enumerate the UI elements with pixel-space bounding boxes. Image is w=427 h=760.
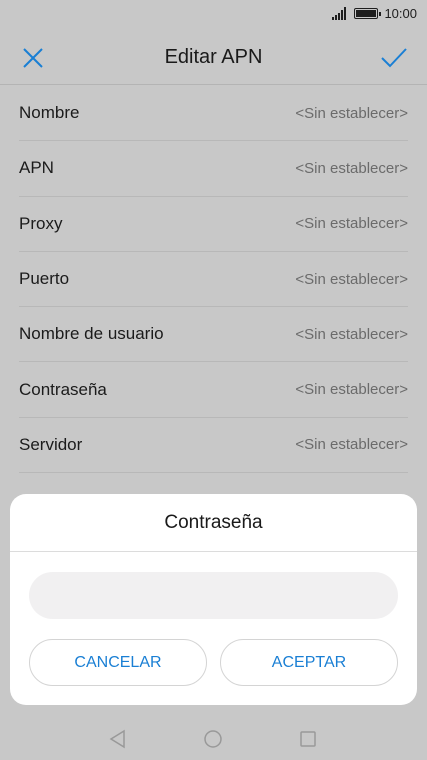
accept-button[interactable]: ACEPTAR [220, 639, 398, 686]
dialog-divider [10, 551, 417, 552]
setting-label: Puerto [19, 269, 70, 289]
setting-row-apn[interactable]: APN <Sin establecer> [19, 141, 408, 197]
navigation-bar [0, 718, 427, 760]
setting-row-port[interactable]: Puerto <Sin establecer> [19, 252, 408, 308]
setting-label: Servidor [19, 434, 83, 454]
setting-label: Nombre de usuario [19, 324, 164, 344]
setting-label: Proxy [19, 213, 63, 233]
setting-row-name[interactable]: Nombre <Sin establecer> [19, 86, 408, 142]
check-icon [381, 48, 407, 68]
back-triangle-icon [109, 729, 125, 749]
recents-square-icon [300, 731, 316, 747]
setting-row-username[interactable]: Nombre de usuario <Sin establecer> [19, 307, 408, 363]
status-icons: 10:00 [332, 6, 417, 21]
apn-settings-list: Nombre <Sin establecer> APN <Sin estable… [0, 86, 427, 474]
setting-value: <Sin establecer> [295, 325, 408, 343]
dialog-title: Contraseña [164, 512, 263, 533]
setting-value: <Sin establecer> [295, 104, 408, 122]
setting-value: <Sin establecer> [295, 159, 408, 177]
status-time: 10:00 [384, 6, 417, 21]
page-title: Editar APN [164, 46, 263, 68]
home-button[interactable] [200, 726, 226, 752]
setting-row-password[interactable]: Contraseña <Sin establecer> [19, 362, 408, 418]
battery-icon [354, 8, 382, 19]
title-bar: Editar APN [0, 30, 427, 85]
setting-value: <Sin establecer> [295, 215, 408, 233]
setting-label: Nombre [19, 103, 80, 123]
setting-row-proxy[interactable]: Proxy <Sin establecer> [19, 197, 408, 252]
setting-row-server[interactable]: Servidor <Sin establecer> [19, 418, 408, 474]
setting-value: <Sin establecer> [295, 381, 408, 399]
cancel-button[interactable]: CANCELAR [29, 639, 207, 686]
setting-label: APN [19, 158, 54, 178]
setting-value: <Sin establecer> [295, 436, 408, 454]
back-button[interactable] [105, 726, 131, 752]
setting-value: <Sin establecer> [295, 270, 408, 288]
home-circle-icon [204, 730, 222, 748]
setting-label: Contraseña [19, 379, 107, 399]
save-button[interactable] [375, 39, 413, 77]
password-dialog: Contraseña CANCELAR ACEPTAR [10, 494, 417, 705]
recents-button[interactable] [295, 726, 321, 752]
status-bar: 10:00 [0, 0, 427, 30]
password-input[interactable] [29, 572, 398, 619]
signal-icon [332, 7, 348, 20]
